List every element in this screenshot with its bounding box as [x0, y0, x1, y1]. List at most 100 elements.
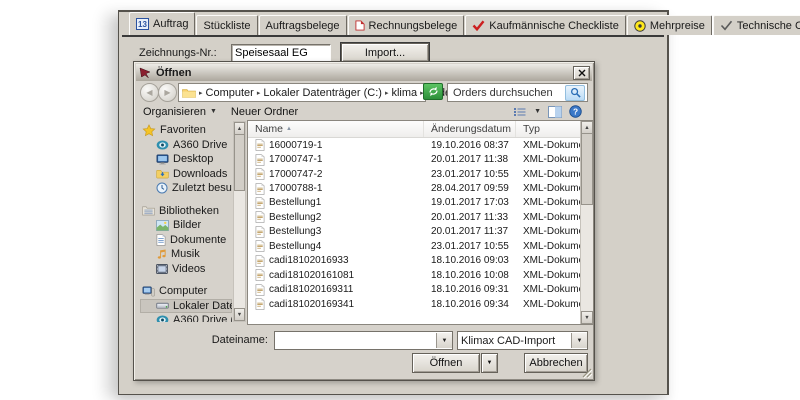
file-name: 17000747-2 — [269, 169, 322, 180]
file-row-bestellung1[interactable]: Bestellung119.01.2017 17:03XML-Dokument — [248, 196, 580, 210]
xml-document-icon — [255, 284, 265, 296]
list-scrollbar[interactable]: ▲ ▼ — [580, 121, 593, 324]
tab-auftrag[interactable]: 13 Auftrag — [129, 12, 195, 35]
file-row-bestellung3[interactable]: Bestellung320.01.2017 11:37XML-Dokument — [248, 225, 580, 239]
file-name-cell: Bestellung3 — [248, 226, 424, 238]
file-name-cell: 16000719-1 — [248, 139, 424, 151]
search-button[interactable] — [565, 85, 585, 101]
tab-rechnungsbelege[interactable]: Rechnungsbelege — [348, 15, 465, 35]
refresh-button[interactable] — [423, 83, 443, 100]
file-name: 16000719-1 — [269, 140, 322, 151]
scrollbar-thumb[interactable] — [581, 133, 593, 205]
sidebar-item-zuletzt-besucht[interactable]: Zuletzt besucht — [140, 181, 232, 196]
sidebar-item-videos[interactable]: Videos — [140, 262, 232, 277]
back-button[interactable]: ◀ — [140, 83, 159, 102]
filename-combo[interactable]: ▼ — [274, 331, 453, 350]
desktop-icon — [156, 154, 169, 165]
sidebar-group-header-bibliotheken[interactable]: Bibliotheken — [140, 204, 232, 219]
close-button[interactable] — [573, 66, 590, 80]
combo-dropdown-icon[interactable]: ▼ — [571, 333, 587, 348]
drawing-number-input[interactable] — [231, 44, 331, 62]
scroll-down-icon[interactable]: ▼ — [581, 311, 593, 324]
hdd-icon — [156, 301, 169, 310]
music-icon — [156, 249, 167, 260]
tab-stueckliste[interactable]: Stückliste — [196, 15, 257, 35]
file-name: Bestellung4 — [269, 241, 321, 252]
file-row-cadi18102016933[interactable]: cadi1810201693318.10.2016 09:03XML-Dokum… — [248, 254, 580, 268]
sidebar-group-header-favoriten[interactable]: Favoriten — [140, 123, 232, 138]
sidebar-group-label: Bibliotheken — [159, 205, 219, 217]
column-header-typ[interactable]: Typ — [516, 121, 580, 137]
search-box[interactable]: Orders durchsuchen — [447, 83, 588, 102]
new-folder-button[interactable]: Neuer Ordner — [224, 105, 305, 119]
drawing-number-row: Zeichnungs-Nr.: Import... — [139, 44, 331, 62]
combo-dropdown-icon[interactable]: ▼ — [436, 333, 452, 348]
tab-label: Rechnungsbelege — [369, 20, 458, 32]
column-header-aenderungsdatum[interactable]: Änderungsdatum — [424, 121, 516, 137]
column-label: Name — [255, 123, 283, 135]
resize-grip[interactable] — [581, 367, 592, 378]
file-row-17000788-1[interactable]: 17000788-128.04.2017 09:59XML-Dokument — [248, 181, 580, 195]
organize-label: Organisieren — [143, 106, 206, 118]
breadcrumb[interactable]: ▸Computer▸Lokaler Datenträger (C:)▸klima… — [178, 83, 426, 102]
scroll-down-icon[interactable]: ▼ — [234, 308, 245, 321]
address-bar: ◀ ▶ ▸Computer▸Lokaler Datenträger (C:)▸k… — [136, 82, 592, 102]
open-button[interactable]: Öffnen — [412, 353, 480, 373]
file-row-bestellung2[interactable]: Bestellung220.01.2017 11:33XML-Dokument — [248, 210, 580, 224]
sidebar-item-musik[interactable]: Musik — [140, 247, 232, 262]
breadcrumb-separator-icon: ▸ — [199, 89, 203, 97]
tab-technische-checkliste[interactable]: Technische Checkliste — [713, 15, 800, 35]
sidebar-item-a360-drive[interactable]: A360 Drive — [140, 138, 232, 153]
cancel-button[interactable]: Abbrechen — [524, 353, 588, 373]
sidebar-item-label: A360 Drive — [173, 139, 227, 151]
sidebar-item-downloads[interactable]: Downloads — [140, 167, 232, 182]
sidebar-item-a360-drive-matthi[interactable]: A360 Drive (matthi — [140, 313, 232, 322]
file-date-cell: 23.01.2017 10:55 — [424, 169, 516, 180]
app-window: 13 Auftrag Stückliste Auftragsbelege Rechnun… — [118, 10, 669, 395]
file-row-16000719-1[interactable]: 16000719-119.10.2016 08:37XML-Dokument — [248, 138, 580, 152]
tab-kaufmaennische-checkliste[interactable]: Kaufmännische Checkliste — [465, 15, 626, 35]
sidebar-item-dokumente[interactable]: Dokumente — [140, 233, 232, 248]
file-row-17000747-2[interactable]: 17000747-223.01.2017 10:55XML-Dokument — [248, 167, 580, 181]
close-icon — [578, 69, 586, 77]
tab-label: Auftrag — [153, 18, 188, 30]
filetype-combo[interactable]: Klimax CAD-Import ▼ — [457, 331, 588, 350]
xml-document-icon — [255, 197, 265, 209]
breadcrumb-item-computer[interactable]: Computer — [206, 87, 254, 99]
file-name: Bestellung3 — [269, 226, 321, 237]
forward-button[interactable]: ▶ — [158, 83, 177, 102]
views-icon[interactable] — [513, 106, 527, 118]
tab-label: Stückliste — [203, 20, 250, 32]
sidebar-scrollbar[interactable]: ▲ ▼ — [233, 121, 246, 322]
file-name-cell: cadi18102016933 — [248, 255, 424, 267]
svg-text:13: 13 — [138, 20, 147, 29]
open-dropdown-button[interactable]: ▼ — [481, 353, 498, 373]
help-icon[interactable]: ? — [569, 105, 582, 118]
sort-asc-icon: ▲ — [286, 126, 292, 132]
breadcrumb-item-klima[interactable]: klima — [391, 87, 417, 99]
column-header-name[interactable]: Name▲ — [248, 121, 424, 137]
file-row-cadi181020169341[interactable]: cadi18102016934118.10.2016 09:34XML-Doku… — [248, 297, 580, 311]
organize-button[interactable]: Organisieren ▼ — [136, 105, 224, 119]
tab-mehrpreise[interactable]: Mehrpreise — [627, 15, 712, 35]
filename-row: Dateiname: ▼ Klimax CAD-Import ▼ — [136, 331, 592, 349]
file-row-17000747-1[interactable]: 17000747-120.01.2017 11:38XML-Dokument — [248, 152, 580, 166]
sidebar-item-lokaler-datentraege[interactable]: Lokaler Datenträge — [140, 299, 232, 314]
file-row-cadi181020169311[interactable]: cadi18102016931118.10.2016 09:31XML-Doku… — [248, 282, 580, 296]
sidebar-group-header-computer[interactable]: Computer — [140, 284, 232, 299]
sidebar-item-desktop[interactable]: Desktop — [140, 152, 232, 167]
star-icon — [142, 124, 156, 137]
column-label: Typ — [523, 123, 540, 135]
file-row-bestellung4[interactable]: Bestellung423.01.2017 10:55XML-Dokument — [248, 239, 580, 253]
dialog-titlebar: Öffnen — [136, 64, 592, 81]
scrollbar-thumb[interactable] — [234, 134, 245, 191]
import-button[interactable]: Import... — [341, 43, 429, 62]
toolbar-icons: ▼ ? — [513, 105, 592, 118]
sidebar-item-bilder[interactable]: Bilder — [140, 218, 232, 233]
breadcrumb-item-lokaler-datentraeger-c[interactable]: Lokaler Datenträger (C:) — [263, 87, 382, 99]
page: 13 Auftrag Stückliste Auftragsbelege Rechnun… — [0, 0, 800, 400]
tab-auftragsbelege[interactable]: Auftragsbelege — [259, 15, 347, 35]
preview-pane-icon[interactable] — [548, 106, 562, 118]
file-row-cadi181020161081[interactable]: cadi18102016108118.10.2016 10:08XML-Doku… — [248, 268, 580, 282]
views-dropdown-icon[interactable]: ▼ — [534, 108, 541, 115]
